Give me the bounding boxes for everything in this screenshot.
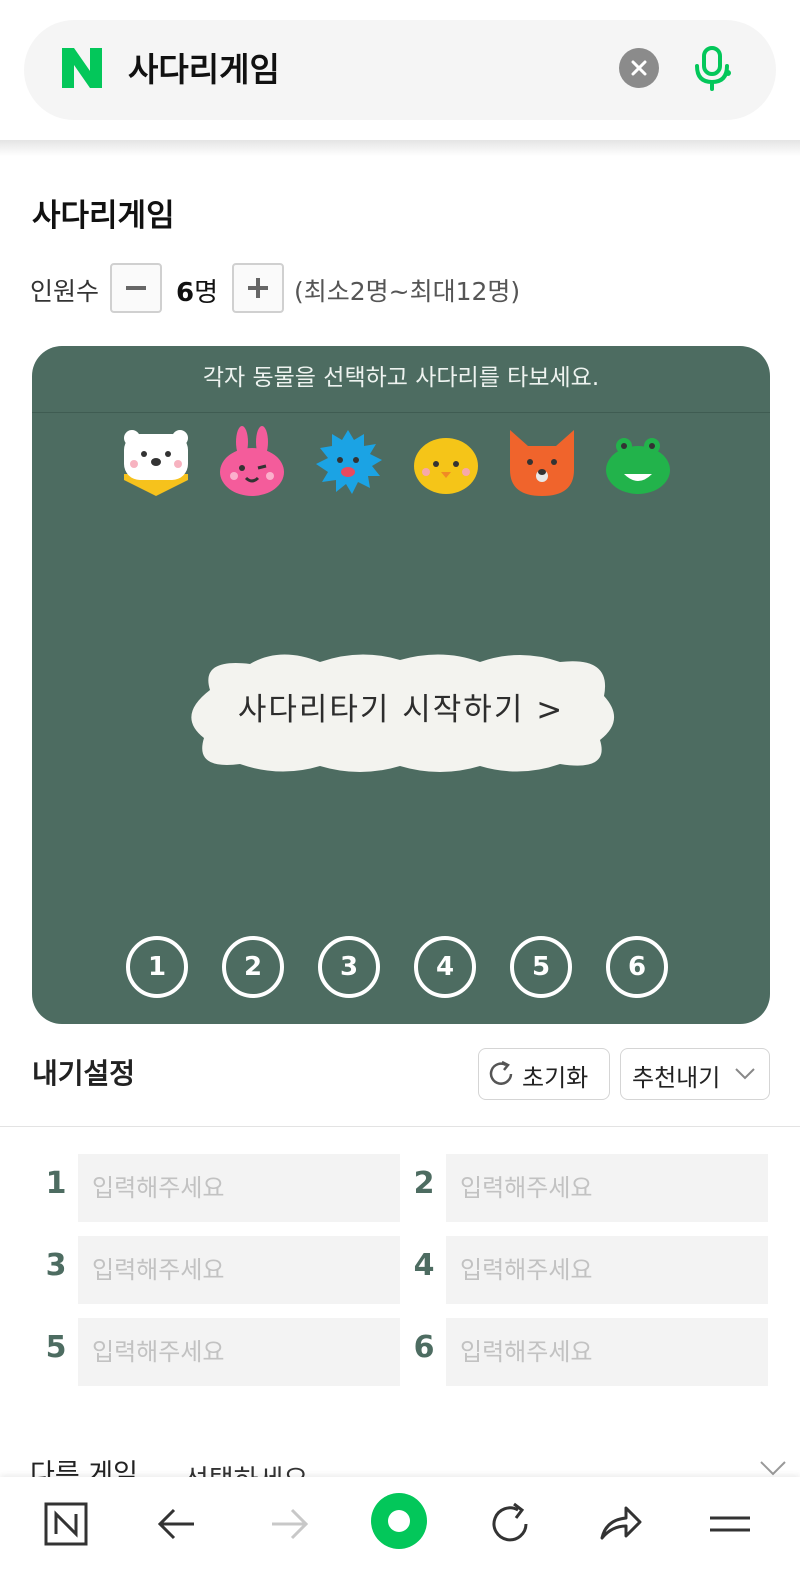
header-divider <box>0 140 800 156</box>
clear-x-icon[interactable] <box>619 48 659 88</box>
orange-fox-icon[interactable] <box>506 426 578 498</box>
ladder-number-5[interactable]: 5 <box>510 936 572 998</box>
board-instruction: 각자 동물을 선택하고 사다리를 타보세요. <box>32 346 770 413</box>
ladder-number-1[interactable]: 1 <box>126 936 188 998</box>
prize-number-4: 4 <box>413 1248 435 1283</box>
share-icon[interactable] <box>596 1500 644 1548</box>
chevron-down-icon <box>734 1066 756 1080</box>
ladder-number-6[interactable]: 6 <box>606 936 668 998</box>
menu-icon[interactable] <box>706 1500 754 1548</box>
section-divider <box>0 1126 800 1127</box>
green-frog-icon[interactable] <box>602 426 674 498</box>
ladder-game-title: 사다리게임 <box>32 198 175 234</box>
prize-settings-title: 내기설정 <box>32 1057 136 1090</box>
yellow-chick-icon[interactable] <box>410 426 482 498</box>
prize-number-2: 2 <box>413 1166 435 1201</box>
prize-input-5[interactable] <box>78 1318 400 1386</box>
reset-label: 초기화 <box>522 1064 589 1092</box>
recommend-prize-label: 추천내기 <box>632 1064 721 1092</box>
white-bear-icon[interactable] <box>120 426 192 498</box>
refresh-icon[interactable] <box>486 1500 534 1548</box>
naver-home-icon[interactable] <box>42 1500 90 1548</box>
search-query-text[interactable]: 사다리게임 <box>128 44 280 96</box>
prize-input-3[interactable] <box>78 1236 400 1304</box>
decrease-count-button[interactable] <box>110 263 162 313</box>
pink-rabbit-icon[interactable] <box>216 426 288 498</box>
prize-number-5: 5 <box>45 1330 67 1365</box>
increase-count-button[interactable] <box>232 263 284 313</box>
prize-input-2[interactable] <box>446 1154 768 1222</box>
other-game-chevron-icon[interactable] <box>758 1458 788 1478</box>
naver-n-logo-icon[interactable] <box>60 46 104 90</box>
prize-input-6[interactable] <box>446 1318 768 1386</box>
ladder-number-3[interactable]: 3 <box>318 936 380 998</box>
green-dot-icon[interactable] <box>370 1492 428 1550</box>
start-ladder-label: 사다리타기 시작하기 > <box>237 692 565 728</box>
ladder-number-2[interactable]: 2 <box>222 936 284 998</box>
prize-number-6: 6 <box>413 1330 435 1365</box>
player-count-range: (최소2명~최대12명) <box>294 277 521 306</box>
blue-hedgehog-icon[interactable] <box>312 426 384 498</box>
prize-number-3: 3 <box>45 1248 67 1283</box>
minus-icon <box>126 286 146 290</box>
back-arrow-icon[interactable] <box>154 1500 202 1548</box>
player-count-value: 6명 <box>176 278 219 308</box>
prize-number-1: 1 <box>45 1166 67 1201</box>
prize-input-1[interactable] <box>78 1154 400 1222</box>
prize-input-4[interactable] <box>446 1236 768 1304</box>
ladder-number-4[interactable]: 4 <box>414 936 476 998</box>
forward-arrow-icon[interactable] <box>264 1500 312 1548</box>
ladder-board: 각자 동물을 선택하고 사다리를 타보세요. 사다리타기 시작하기 > 1 2 … <box>32 346 770 1024</box>
microphone-icon[interactable] <box>688 44 736 92</box>
player-count-label: 인원수 <box>30 277 100 306</box>
refresh-icon <box>486 1059 516 1089</box>
plus-icon <box>248 278 268 298</box>
